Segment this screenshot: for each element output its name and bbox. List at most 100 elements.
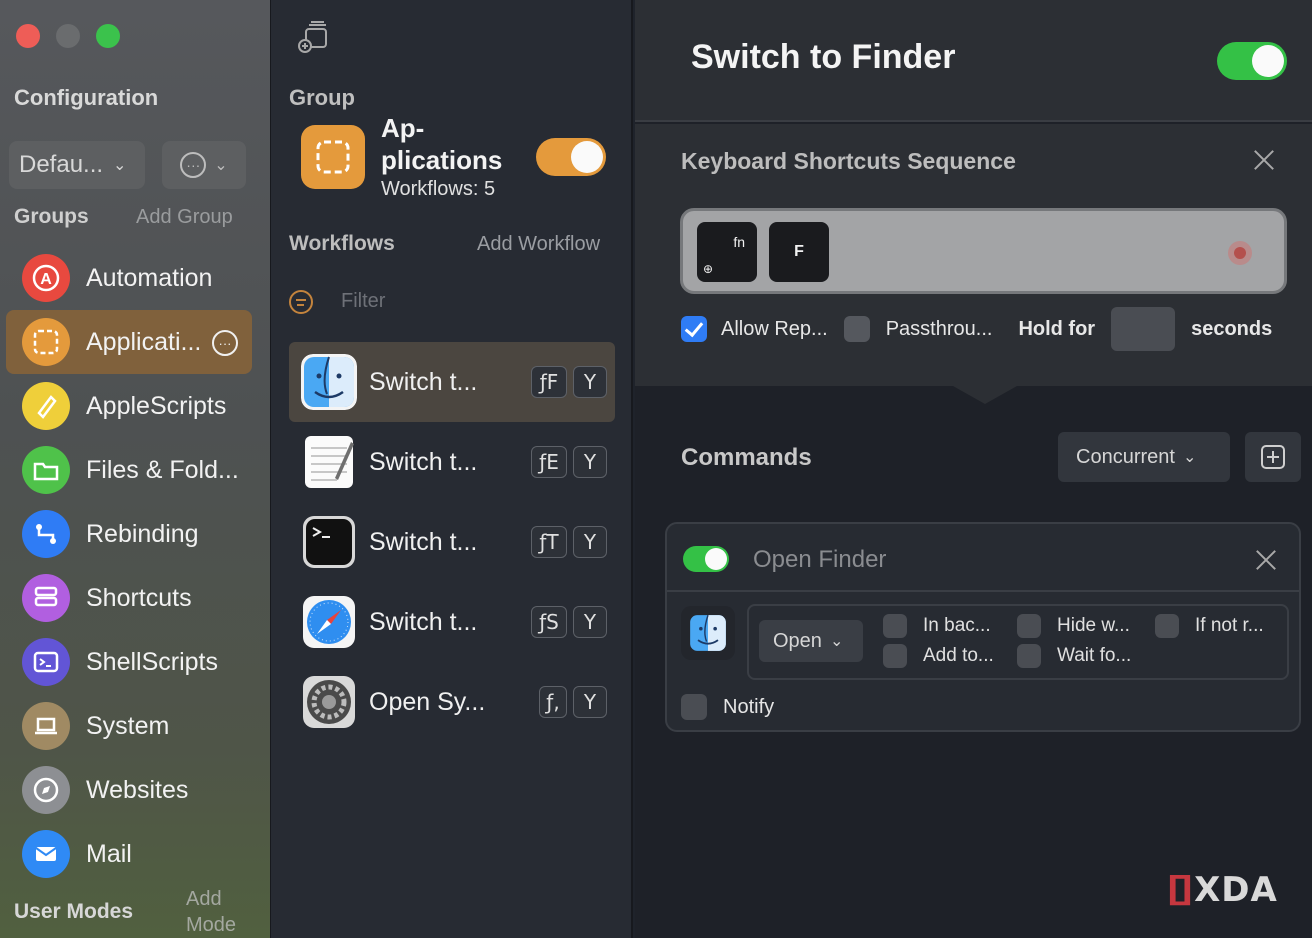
- sidebar-item-label: Rebinding: [86, 520, 199, 549]
- chevron-down-icon: ⌄: [113, 155, 126, 175]
- checkbox[interactable]: [1017, 644, 1041, 668]
- sidebar-item-shortcuts[interactable]: Shortcuts: [6, 566, 252, 630]
- minimize-window-button[interactable]: [56, 24, 80, 48]
- keyboard-shortcuts-title: Keyboard Shortcuts Sequence: [681, 148, 1016, 175]
- allow-repeat-checkbox[interactable]: [681, 316, 707, 342]
- allow-repeat-label: Allow Rep...: [721, 318, 828, 341]
- key-f[interactable]: F: [769, 222, 829, 282]
- command-enabled-toggle[interactable]: [683, 546, 729, 572]
- sidebar-item-label: Automation: [86, 264, 212, 293]
- shortcut-options: Allow Rep... Passthrou... Hold for secon…: [681, 307, 1272, 351]
- passthrough-label: Passthrou...: [886, 318, 993, 341]
- sidebar-item-mail[interactable]: Mail: [6, 822, 252, 886]
- option-label: Add to...: [923, 645, 994, 667]
- hold-duration-input[interactable]: [1111, 307, 1175, 351]
- configuration-more-button[interactable]: ··· ⌄: [162, 141, 246, 189]
- workflow-shortcut-badge: ƒT: [531, 526, 567, 558]
- sidebar-item-files[interactable]: Files & Fold...: [6, 438, 252, 502]
- close-icon[interactable]: [1255, 548, 1277, 570]
- key-label: fn: [733, 234, 745, 250]
- passthrough-checkbox[interactable]: [844, 316, 870, 342]
- user-modes-heading: User Modes: [14, 900, 133, 924]
- workflow-label: Open Sy...: [369, 688, 519, 717]
- watermark-text: XDA: [1194, 870, 1278, 910]
- app-window: Configuration Defau... ⌄ ··· ⌄ Groups Ad…: [0, 0, 1312, 938]
- notify-checkbox[interactable]: [681, 694, 707, 720]
- sidebar-item-system[interactable]: System: [6, 694, 252, 758]
- zoom-window-button[interactable]: [96, 24, 120, 48]
- workflow-row-terminal[interactable]: Switch t... ƒT Y: [289, 502, 615, 582]
- add-command-button[interactable]: [1245, 432, 1301, 482]
- workflow-row-textedit[interactable]: Switch t... ƒE Y: [289, 422, 615, 502]
- terminal-icon: [22, 638, 70, 686]
- xda-watermark-logo: []XDA: [1167, 870, 1278, 910]
- option-hide-when[interactable]: Hide w...: [1017, 614, 1130, 638]
- add-mode-button[interactable]: Add Mode: [186, 886, 246, 938]
- option-in-background[interactable]: In bac...: [883, 614, 991, 638]
- ellipsis-icon: ···: [180, 152, 206, 178]
- sidebar-item-label: Files & Fold...: [86, 456, 239, 485]
- checkbox[interactable]: [1155, 614, 1179, 638]
- filter-input[interactable]: Filter: [341, 290, 385, 313]
- add-workflow-button[interactable]: Add Workflow: [477, 233, 600, 256]
- finder-icon: [301, 354, 357, 410]
- sidebar-item-label: AppleScripts: [86, 392, 226, 421]
- laptop-icon: [22, 702, 70, 750]
- option-add-to[interactable]: Add to...: [883, 644, 994, 668]
- workflow-enabled-toggle[interactable]: [1217, 42, 1287, 80]
- toggle-knob: [705, 548, 727, 570]
- configuration-select-value: Defau...: [19, 151, 103, 179]
- shortcut-sequence-field[interactable]: fn ⊕ F: [680, 208, 1287, 294]
- workflow-row-system-settings[interactable]: Open Sy... ƒ, Y: [289, 662, 615, 742]
- option-if-not-running[interactable]: If not r...: [1155, 614, 1264, 638]
- sidebar-item-shellscripts[interactable]: ShellScripts: [6, 630, 252, 694]
- applications-icon: [22, 318, 70, 366]
- applescripts-icon: [22, 382, 70, 430]
- checkbox[interactable]: [883, 614, 907, 638]
- record-icon[interactable]: [1228, 241, 1252, 265]
- globe-icon: ⊕: [703, 262, 713, 276]
- shortcuts-icon: [22, 574, 70, 622]
- configuration-title: Configuration: [14, 85, 158, 111]
- sidebar-item-automation[interactable]: A Automation: [6, 246, 252, 310]
- close-window-button[interactable]: [16, 24, 40, 48]
- key-fn[interactable]: fn ⊕: [697, 222, 757, 282]
- new-group-icon[interactable]: [297, 20, 331, 54]
- workflow-row-safari[interactable]: Switch t... ƒS Y: [289, 582, 615, 662]
- group-enabled-toggle[interactable]: [536, 138, 606, 176]
- folder-icon: [22, 446, 70, 494]
- chevron-down-icon: ⌄: [214, 155, 227, 175]
- workflow-label: Switch t...: [369, 528, 519, 557]
- checkbox[interactable]: [883, 644, 907, 668]
- option-wait-for[interactable]: Wait fo...: [1017, 644, 1131, 668]
- sidebar-item-label: ShellScripts: [86, 648, 218, 677]
- filter-icon[interactable]: [289, 290, 313, 314]
- seconds-label: seconds: [1191, 318, 1272, 341]
- configuration-select[interactable]: Defau... ⌄: [9, 141, 145, 189]
- group-more-icon[interactable]: ···: [212, 330, 238, 356]
- open-action-select[interactable]: Open ⌄: [759, 620, 863, 662]
- checkbox[interactable]: [1017, 614, 1041, 638]
- workflow-title[interactable]: Switch to Finder: [691, 38, 955, 77]
- sidebar-item-applications[interactable]: Applicati... ···: [6, 310, 252, 374]
- sidebar-item-websites[interactable]: Websites: [6, 758, 252, 822]
- workflow-mode-badge: Y: [573, 686, 607, 718]
- execution-mode-select[interactable]: Concurrent ⌄: [1058, 432, 1230, 482]
- group-heading: Group: [289, 85, 355, 111]
- close-icon[interactable]: [1253, 148, 1275, 170]
- sidebar-item-label: Applicati...: [86, 328, 201, 357]
- command-name[interactable]: Open Finder: [753, 546, 886, 574]
- trigger-panel: Keyboard Shortcuts Sequence fn ⊕ F Allow…: [635, 124, 1312, 386]
- workflow-mode-badge: Y: [573, 446, 607, 478]
- workflow-label: Switch t...: [369, 368, 519, 397]
- commands-heading: Commands: [681, 444, 812, 472]
- workflow-header: Switch to Finder: [635, 0, 1312, 122]
- add-group-button[interactable]: Add Group: [136, 206, 233, 229]
- workflow-row-finder[interactable]: Switch t... ƒF Y: [289, 342, 615, 422]
- workflows-heading: Workflows: [289, 232, 395, 256]
- key-label: F: [794, 243, 804, 261]
- sidebar-item-rebinding[interactable]: Rebinding: [6, 502, 252, 566]
- notify-option[interactable]: Notify: [681, 694, 774, 720]
- sidebar-item-applescripts[interactable]: AppleScripts: [6, 374, 252, 438]
- workflow-mode-badge: Y: [573, 526, 607, 558]
